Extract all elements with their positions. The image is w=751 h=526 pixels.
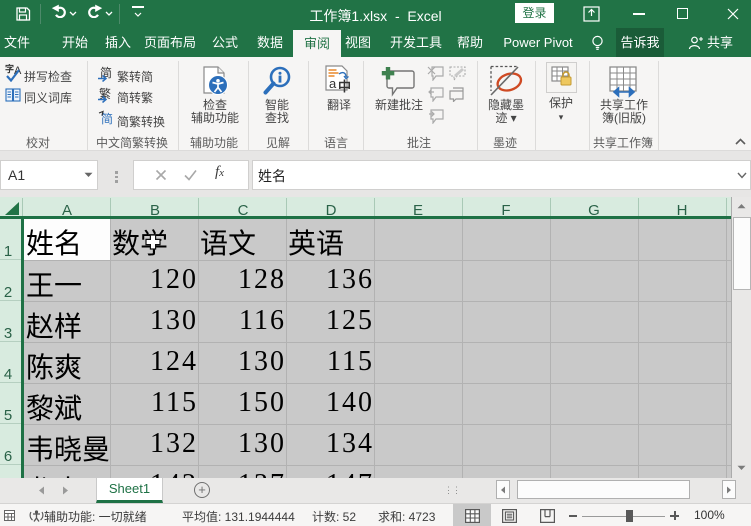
svg-text:中: 中 bbox=[338, 79, 351, 94]
svg-text:字: 字 bbox=[5, 64, 14, 74]
svg-text:a: a bbox=[329, 76, 337, 91]
